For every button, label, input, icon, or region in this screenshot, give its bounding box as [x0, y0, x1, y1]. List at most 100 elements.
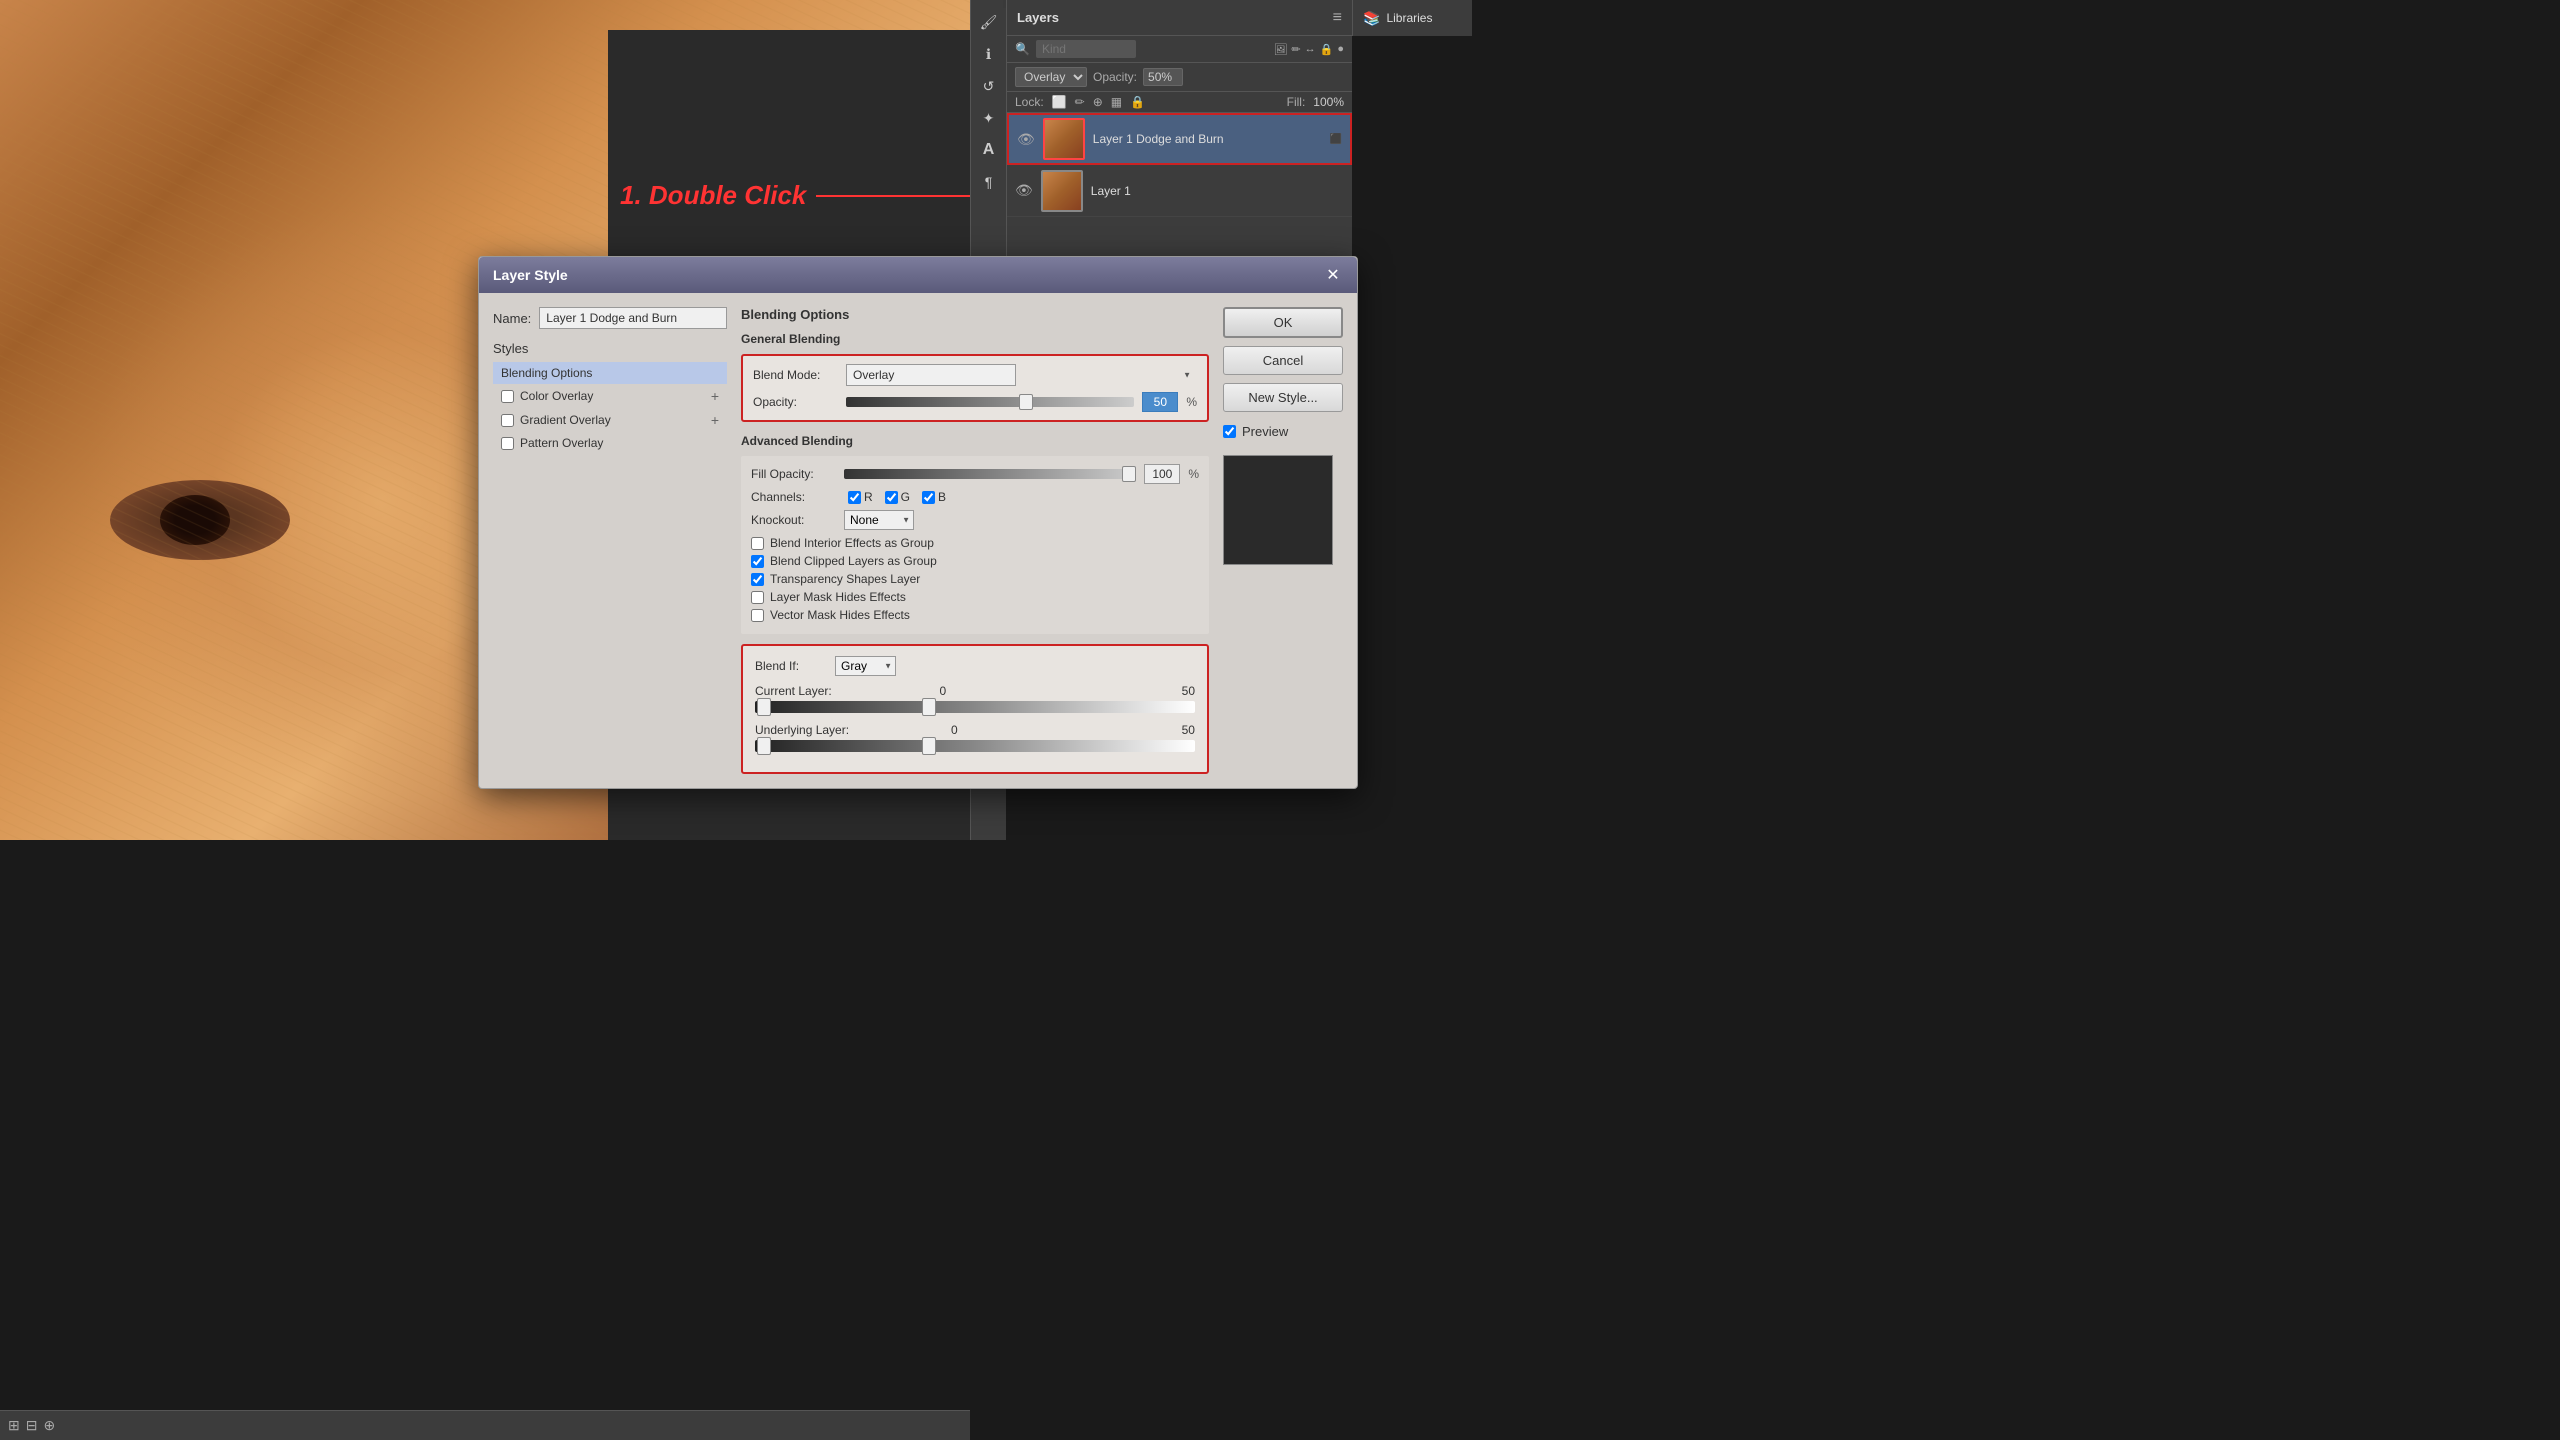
channel-g-check[interactable]: G [885, 490, 910, 504]
blend-if-select-wrapper: Gray Red Green Blue [835, 656, 896, 676]
current-layer-max-val: 50 [1182, 684, 1195, 698]
layers-menu-icon[interactable]: ≡ [1333, 9, 1342, 27]
channel-r-checkbox[interactable] [848, 491, 861, 504]
current-layer-slider-track[interactable] [755, 701, 1195, 713]
layer-filter-icon[interactable]: 🖼 [1273, 43, 1287, 56]
advanced-blending-heading: Advanced Blending [741, 434, 1209, 448]
knockout-select-wrapper: None Shallow Deep [844, 510, 914, 530]
layer-visibility-filter[interactable]: ● [1337, 43, 1344, 55]
channel-r-label: R [864, 490, 873, 504]
blend-mode-select[interactable]: Overlay [1015, 67, 1087, 87]
vector-mask-checkbox[interactable] [751, 609, 764, 622]
bottom-tool-2[interactable]: ⊟ [26, 1417, 38, 1434]
layer-options-icon-1[interactable]: ⬛ [1330, 134, 1342, 145]
tool-info-icon[interactable]: ℹ [975, 40, 1003, 68]
style-item-pattern-overlay[interactable]: Pattern Overlay [493, 432, 727, 454]
lock-artboard-icon[interactable]: ▦ [1111, 95, 1122, 109]
layer-item-dodge-burn[interactable]: 👁 Layer 1 Dodge and Burn ⬛ [1007, 113, 1352, 165]
opacity-value-box[interactable]: 50 [1142, 392, 1178, 412]
channel-r-check[interactable]: R [848, 490, 873, 504]
layer-pen-icon[interactable]: ✏ [1291, 43, 1300, 56]
channel-g-checkbox[interactable] [885, 491, 898, 504]
layer-move-icon[interactable]: ↔ [1305, 43, 1316, 55]
blend-if-select[interactable]: Gray Red Green Blue [835, 656, 896, 676]
blend-mode-select-wrapper: Overlay Normal Multiply Screen Soft Ligh… [846, 364, 1197, 386]
tool-text-icon[interactable]: A [975, 136, 1003, 164]
current-layer-thumb-left[interactable] [757, 698, 771, 716]
tool-move-icon[interactable]: ✦ [975, 104, 1003, 132]
layer-visibility-eye-1[interactable]: 👁 [1017, 131, 1035, 148]
bottom-tool-1[interactable]: ⊞ [8, 1417, 20, 1434]
blend-if-label: Blend If: [755, 659, 825, 673]
fill-opacity-thumb[interactable] [1122, 466, 1136, 482]
style-item-gradient-overlay[interactable]: Gradient Overlay + [493, 408, 727, 432]
layer-name-input[interactable] [539, 307, 727, 329]
pattern-overlay-checkbox[interactable] [501, 437, 514, 450]
dialog-body: Name: Styles Blending Options Color Over… [479, 293, 1357, 788]
layer-mask-checkbox[interactable] [751, 591, 764, 604]
blend-interior-checkbox[interactable] [751, 537, 764, 550]
opacity-label: Opacity: [1093, 70, 1137, 84]
dialog-close-button[interactable]: ✕ [1323, 265, 1343, 285]
styles-panel: Name: Styles Blending Options Color Over… [493, 307, 727, 774]
layer-style-dialog: Layer Style ✕ Name: Styles Blending Opti… [478, 256, 1358, 789]
layers-title: Layers [1017, 10, 1059, 25]
blend-mode-row: Blend Mode: Overlay Normal Multiply Scre… [753, 364, 1197, 386]
opacity-slider-track[interactable] [846, 397, 1134, 407]
layer-name-2: Layer 1 [1091, 184, 1344, 198]
current-layer-label-row: Current Layer: 0 50 [755, 684, 1195, 698]
ok-button[interactable]: OK [1223, 307, 1343, 338]
layers-panel: Layers ≡ 🔍 🖼 ✏ ↔ 🔒 ● Overlay Opacity: Lo… [1006, 0, 1352, 280]
tool-brush-icon[interactable]: 🖌 [975, 8, 1003, 36]
current-layer-thumb-right[interactable] [922, 698, 936, 716]
opacity-slider-thumb[interactable] [1019, 394, 1033, 410]
preview-checkbox[interactable] [1223, 425, 1236, 438]
layers-search-input[interactable] [1036, 40, 1136, 58]
current-layer-label: Current Layer: [755, 684, 832, 698]
knockout-row: Knockout: None Shallow Deep [751, 510, 1199, 530]
gradient-overlay-checkbox[interactable] [501, 414, 514, 427]
tool-paragraph-icon[interactable]: ¶ [975, 168, 1003, 196]
tool-history-icon[interactable]: ↺ [975, 72, 1003, 100]
current-layer-min-val: 0 [939, 684, 946, 698]
layer-mask-row: Layer Mask Hides Effects [751, 590, 1199, 604]
underlying-layer-slider-track[interactable] [755, 740, 1195, 752]
blend-clipped-label: Blend Clipped Layers as Group [770, 554, 937, 568]
libraries-tab[interactable]: 📚 Libraries [1352, 0, 1472, 36]
dialog-title: Layer Style [493, 267, 568, 283]
lock-image-icon[interactable]: ✏ [1075, 95, 1085, 109]
cancel-button[interactable]: Cancel [1223, 346, 1343, 375]
fill-opacity-slider[interactable] [844, 469, 1136, 479]
transparency-checkbox[interactable] [751, 573, 764, 586]
layer-item-1[interactable]: 👁 Layer 1 [1007, 165, 1352, 217]
opacity-percent: % [1186, 395, 1197, 409]
blend-if-section: Blend If: Gray Red Green Blue Current La… [741, 644, 1209, 774]
style-item-color-overlay[interactable]: Color Overlay + [493, 384, 727, 408]
blending-options-label: Blending Options [501, 366, 592, 380]
opacity-input[interactable] [1143, 68, 1183, 86]
bottom-tool-3[interactable]: ⊕ [43, 1417, 55, 1434]
underlying-layer-thumb-left[interactable] [757, 737, 771, 755]
fill-opacity-value[interactable]: 100 [1144, 464, 1180, 484]
lock-position-icon[interactable]: ⊕ [1093, 95, 1103, 109]
layer-visibility-eye-2[interactable]: 👁 [1015, 182, 1033, 199]
underlying-layer-thumb-right[interactable] [922, 737, 936, 755]
color-overlay-checkbox[interactable] [501, 390, 514, 403]
blend-clipped-checkbox[interactable] [751, 555, 764, 568]
blend-mode-dialog-select[interactable]: Overlay Normal Multiply Screen Soft Ligh… [846, 364, 1016, 386]
layer-lock-icon[interactable]: 🔒 [1320, 43, 1334, 56]
channel-b-check[interactable]: B [922, 490, 946, 504]
knockout-select[interactable]: None Shallow Deep [844, 510, 914, 530]
layers-lock-row: Lock: ⬜ ✏ ⊕ ▦ 🔒 Fill: 100% [1007, 92, 1352, 113]
fill-value: 100% [1313, 95, 1344, 109]
blend-clipped-row: Blend Clipped Layers as Group [751, 554, 1199, 568]
right-panel: OK Cancel New Style... Preview [1223, 307, 1343, 774]
style-item-blending-options[interactable]: Blending Options [493, 362, 727, 384]
underlying-layer-max-val: 50 [1182, 723, 1195, 737]
new-style-button[interactable]: New Style... [1223, 383, 1343, 412]
name-label: Name: [493, 311, 531, 326]
lock-transparency-icon[interactable]: ⬜ [1052, 95, 1067, 109]
channel-b-checkbox[interactable] [922, 491, 935, 504]
layers-search-bar: 🔍 🖼 ✏ ↔ 🔒 ● [1007, 36, 1352, 63]
lock-all-icon[interactable]: 🔒 [1130, 95, 1145, 109]
